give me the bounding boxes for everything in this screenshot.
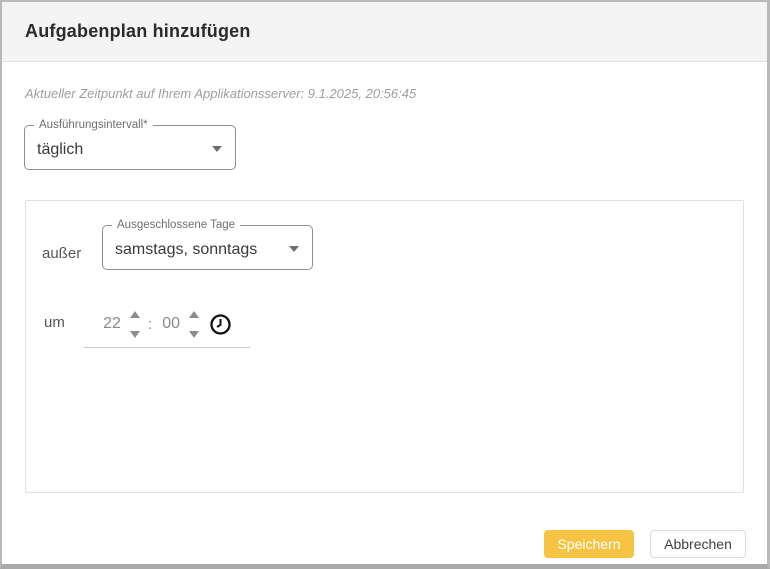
dialog-titlebar: Aufgabenplan hinzufügen bbox=[2, 2, 767, 62]
time-separator: : bbox=[148, 316, 152, 333]
at-time-label: um bbox=[44, 314, 65, 331]
hours-spinner bbox=[130, 311, 140, 338]
clock-icon[interactable] bbox=[209, 313, 232, 336]
excluded-days-value: samstags, sonntags bbox=[103, 226, 312, 271]
interval-details-panel: außer Ausgeschlossene Tage samstags, son… bbox=[25, 200, 744, 493]
add-task-schedule-dialog: Aufgabenplan hinzufügen Aktueller Zeitpu… bbox=[0, 0, 770, 569]
excluded-days-select[interactable]: Ausgeschlossene Tage samstags, sonntags bbox=[102, 225, 313, 270]
spinner-down-icon[interactable] bbox=[130, 331, 140, 338]
excluded-days-label: Ausgeschlossene Tage bbox=[112, 218, 240, 232]
save-button[interactable]: Speichern bbox=[544, 530, 634, 558]
time-picker: 22 : 00 bbox=[84, 301, 250, 348]
except-label: außer bbox=[42, 245, 81, 262]
chevron-down-icon bbox=[212, 146, 222, 152]
execution-interval-value: täglich bbox=[25, 126, 235, 171]
spinner-down-icon[interactable] bbox=[189, 331, 199, 338]
minutes-spinner bbox=[189, 311, 199, 338]
execution-interval-label: Ausführungsintervall* bbox=[34, 118, 153, 132]
server-time-note: Aktueller Zeitpunkt auf Ihrem Applikatio… bbox=[25, 86, 416, 101]
cancel-button[interactable]: Abbrechen bbox=[650, 530, 746, 558]
dialog-title: Aufgabenplan hinzufügen bbox=[25, 21, 251, 42]
minutes-field[interactable]: 00 bbox=[160, 315, 182, 333]
chevron-down-icon bbox=[289, 246, 299, 252]
spinner-up-icon[interactable] bbox=[189, 311, 199, 318]
hours-field[interactable]: 22 bbox=[101, 315, 123, 333]
execution-interval-select[interactable]: Ausführungsintervall* täglich bbox=[24, 125, 236, 170]
spinner-up-icon[interactable] bbox=[130, 311, 140, 318]
